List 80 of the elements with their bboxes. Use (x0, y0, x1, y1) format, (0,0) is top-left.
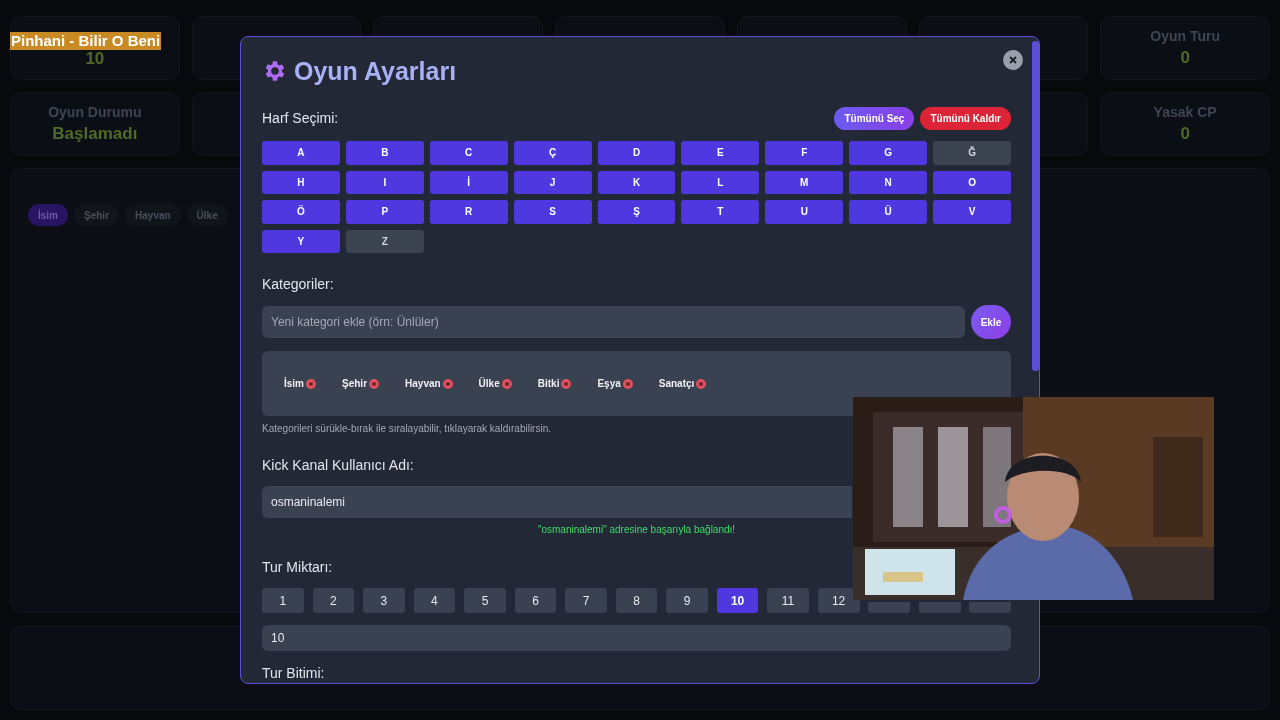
clear-all-button[interactable]: Tümünü Kaldır (920, 106, 1011, 130)
letter-toggle[interactable]: G (849, 141, 928, 165)
scrollbar-thumb[interactable] (1032, 41, 1039, 371)
remove-icon[interactable] (561, 378, 572, 389)
remove-icon[interactable] (622, 378, 633, 389)
letter-toggle[interactable]: T (681, 200, 760, 224)
letter-toggle[interactable]: B (345, 141, 424, 165)
letter-toggle[interactable]: V (933, 200, 1011, 224)
remove-icon[interactable] (696, 378, 707, 389)
letter-toggle[interactable]: S (513, 200, 592, 224)
stat-label: Oyun Turu (1150, 28, 1220, 44)
round-option[interactable]: 8 (615, 588, 658, 613)
remove-icon[interactable] (501, 378, 512, 389)
stat-value: 0 (1180, 48, 1190, 68)
round-option[interactable]: 6 (514, 588, 557, 613)
remove-icon[interactable] (369, 378, 380, 389)
letter-toggle[interactable]: Z (345, 229, 424, 253)
letter-toggle[interactable]: I (345, 170, 424, 194)
round-option[interactable]: 9 (666, 588, 708, 613)
letter-toggle[interactable]: U (765, 200, 844, 224)
letter-toggle[interactable]: P (345, 200, 424, 224)
section-label: Harf Seçimi: (262, 109, 339, 128)
section-label: Tur Bitimi: (262, 664, 326, 683)
add-button[interactable]: Ekle (971, 305, 1011, 339)
close-button[interactable] (1003, 50, 1023, 70)
category-chip[interactable]: Sanatçı (658, 378, 707, 389)
now-playing-label: Pinhani - Bilir O Beni (10, 32, 162, 50)
category-chip[interactable]: İsim (284, 378, 316, 389)
letter-toggle[interactable]: Ş (597, 200, 676, 224)
round-option[interactable]: 10 (716, 588, 759, 613)
category-chip[interactable]: Eşya (597, 378, 633, 389)
round-input[interactable]: 10 (262, 625, 1011, 651)
round-option[interactable]: 5 (464, 588, 506, 613)
letter-toggle[interactable]: J (513, 170, 592, 194)
round-option[interactable]: 3 (363, 588, 405, 613)
letter-toggle[interactable]: M (765, 170, 844, 194)
category-chip[interactable]: Hayvan (405, 378, 453, 389)
section-label: Kategoriler: (262, 275, 335, 294)
category-chip[interactable]: Bitki (537, 378, 572, 389)
letter-toggle[interactable]: A (262, 141, 340, 165)
letter-toggle[interactable]: H (262, 170, 340, 194)
username-input[interactable]: osmaninalemi (262, 486, 852, 518)
category-chip[interactable]: Ülke (478, 378, 512, 389)
round-option[interactable]: 11 (767, 588, 809, 613)
round-option[interactable]: 1 (262, 588, 304, 613)
letter-toggle[interactable]: Ğ (933, 141, 1011, 165)
select-all-button[interactable]: Tümünü Seç (834, 106, 915, 130)
letter-toggle[interactable]: N (849, 170, 928, 194)
letter-toggle[interactable]: L (681, 170, 760, 194)
round-option[interactable]: 4 (413, 588, 456, 613)
stat-value: Başlamadı (52, 124, 138, 144)
letter-toggle[interactable]: E (681, 141, 760, 165)
remove-icon[interactable] (442, 378, 453, 389)
close-icon (1009, 56, 1017, 64)
letter-toggle[interactable]: Ü (849, 200, 928, 224)
stat-label: Yasak CP (1153, 104, 1217, 120)
hint-text: Kategorileri sürükle-bırak ile sıralayabilir, tıklayarak kaldırabilirsin. (262, 423, 552, 434)
section-label: Kick Kanal Kullanıcı Adı: (262, 456, 415, 475)
round-option[interactable]: 2 (312, 588, 355, 613)
round-option[interactable]: 7 (565, 588, 607, 613)
category-chip[interactable]: Şehir (342, 378, 380, 389)
letter-toggle[interactable]: Y (262, 229, 340, 253)
remove-icon[interactable] (306, 378, 316, 389)
letter-toggle[interactable]: İ (429, 170, 508, 194)
section-label: Tur Miktarı: (262, 558, 334, 577)
letter-toggle[interactable]: F (765, 141, 844, 165)
letter-toggle[interactable]: O (933, 170, 1011, 194)
letter-toggle[interactable]: K (597, 170, 676, 194)
letter-toggle[interactable]: R (429, 200, 508, 224)
letter-toggle[interactable]: Ç (513, 141, 592, 165)
status-message: "osmaninalemi" adresine başarıyla bağlandı! (536, 524, 737, 535)
dialog-title: Oyun Ayarları (294, 56, 457, 86)
letter-toggle[interactable]: Ö (262, 200, 340, 224)
stat-label: Oyun Durumu (48, 104, 142, 120)
letter-toggle[interactable]: C (429, 141, 508, 165)
category-input[interactable]: Yeni kategori ekle (örn: Ünlüler) (262, 306, 965, 338)
round-option[interactable]: 12 (817, 588, 860, 613)
stat-value: 10 (85, 49, 105, 69)
letter-toggle[interactable]: D (597, 141, 676, 165)
stat-value: 0 (1180, 124, 1190, 144)
